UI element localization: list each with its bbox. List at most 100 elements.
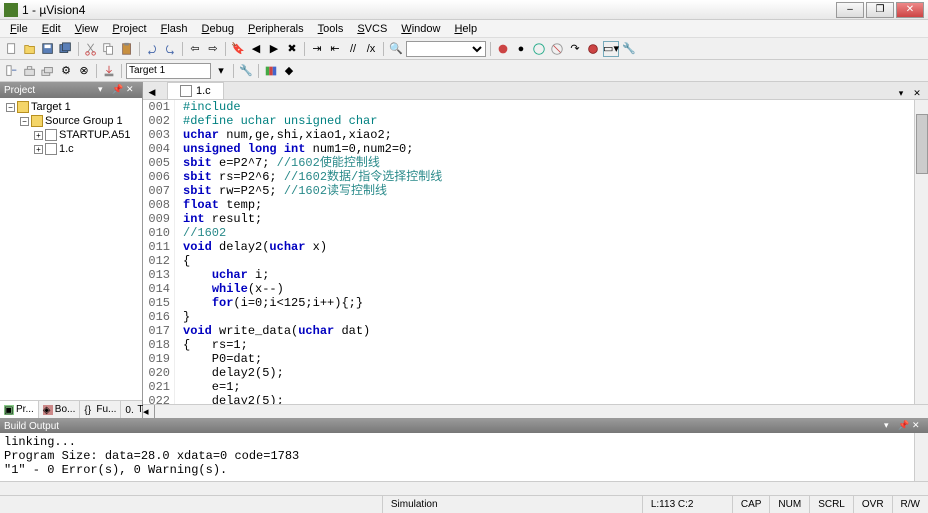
nav-back-icon[interactable]: ⇦ bbox=[187, 41, 203, 57]
tree-collapse-icon[interactable]: − bbox=[6, 103, 15, 112]
menu-file[interactable]: File bbox=[4, 22, 34, 36]
tree-collapse-icon[interactable]: − bbox=[20, 117, 29, 126]
menu-view[interactable]: View bbox=[69, 22, 105, 36]
vertical-scrollbar[interactable] bbox=[914, 100, 928, 404]
find-in-files-icon[interactable]: 🔍 bbox=[388, 41, 404, 57]
target-dropdown-icon[interactable]: ▾ bbox=[213, 63, 229, 79]
build-output-body[interactable]: linking...Program Size: data=28.0 xdata=… bbox=[0, 433, 928, 481]
tree-expand-icon[interactable]: + bbox=[34, 145, 43, 154]
toolbar-main: ⇦ ⇨ 🔖 ◀ ▶ ✖ ⇥ ⇤ // /x 🔍 ● ↷ ▭▾ 🔧 bbox=[0, 38, 928, 60]
build-output-header: Build Output ▾ 📌 ✕ bbox=[0, 419, 928, 433]
target-combo[interactable] bbox=[126, 63, 211, 79]
copy-icon[interactable] bbox=[101, 41, 117, 57]
nav-fwd-icon[interactable]: ⇨ bbox=[205, 41, 221, 57]
undo-icon[interactable] bbox=[144, 41, 160, 57]
titlebar: 1 - µVision4 – ❐ ✕ bbox=[0, 0, 928, 20]
editor-tab-label: 1.c bbox=[196, 85, 211, 97]
status-cursor-pos: L:113 C:2 bbox=[642, 496, 732, 513]
download-icon[interactable] bbox=[101, 63, 117, 79]
panel-menu-icon[interactable]: ▾ bbox=[884, 420, 896, 432]
manage-components-icon[interactable]: ◆ bbox=[281, 63, 297, 79]
step-icon[interactable]: ↷ bbox=[567, 41, 583, 57]
breakpoint-icon[interactable]: ● bbox=[513, 41, 529, 57]
bookmark-prev-icon[interactable]: ◀ bbox=[248, 41, 264, 57]
save-all-icon[interactable] bbox=[58, 41, 74, 57]
minimize-button[interactable]: – bbox=[836, 2, 864, 18]
status-scrl: SCRL bbox=[809, 496, 853, 513]
menu-edit[interactable]: Edit bbox=[36, 22, 67, 36]
panel-pin-icon[interactable]: 📌 bbox=[898, 420, 910, 432]
config-icon[interactable]: ▭▾ bbox=[603, 41, 619, 57]
batch-build-icon[interactable]: ⚙ bbox=[58, 63, 74, 79]
maximize-button[interactable]: ❐ bbox=[866, 2, 894, 18]
build-output-panel: Build Output ▾ 📌 ✕ linking...Program Siz… bbox=[0, 418, 928, 495]
app-icon bbox=[4, 3, 18, 17]
tab-project[interactable]: ▣Pr... bbox=[0, 401, 39, 418]
editor-body[interactable]: 001 002 003 004 005 006 007 008 009 010 … bbox=[143, 100, 928, 404]
code-content[interactable]: #include #define uchar unsigned char uch… bbox=[175, 100, 914, 404]
file-node-main[interactable]: + 1.c bbox=[30, 142, 140, 156]
comment-icon[interactable]: // bbox=[345, 41, 361, 57]
file-node-startup[interactable]: + STARTUP.A51 bbox=[30, 128, 140, 142]
tree-expand-icon[interactable]: + bbox=[34, 131, 43, 140]
uncomment-icon[interactable]: /x bbox=[363, 41, 379, 57]
stop-icon[interactable] bbox=[549, 41, 565, 57]
source-group-node[interactable]: − Source Group 1 bbox=[16, 114, 140, 128]
project-root-label: Target 1 bbox=[31, 101, 71, 113]
status-ovr: OVR bbox=[853, 496, 892, 513]
split-handle[interactable]: ◂ bbox=[143, 405, 155, 418]
run-icon[interactable] bbox=[531, 41, 547, 57]
build-vscroll[interactable] bbox=[914, 433, 928, 481]
menu-debug[interactable]: Debug bbox=[196, 22, 240, 36]
menu-project[interactable]: Project bbox=[106, 22, 152, 36]
menu-peripherals[interactable]: Peripherals bbox=[242, 22, 310, 36]
menu-svcs[interactable]: SVCS bbox=[351, 22, 393, 36]
window-title: 1 - µVision4 bbox=[22, 3, 836, 17]
translate-icon[interactable] bbox=[4, 63, 20, 79]
build-icon[interactable] bbox=[22, 63, 38, 79]
panel-close-icon[interactable]: ✕ bbox=[126, 84, 138, 96]
new-file-icon[interactable] bbox=[4, 41, 20, 57]
menu-help[interactable]: Help bbox=[448, 22, 483, 36]
bookmark-icon[interactable]: 🔖 bbox=[230, 41, 246, 57]
menu-tools[interactable]: Tools bbox=[312, 22, 350, 36]
analyzer-icon[interactable] bbox=[585, 41, 601, 57]
tab-books[interactable]: ◈Bo... bbox=[39, 401, 81, 418]
stop-build-icon[interactable]: ⊗ bbox=[76, 63, 92, 79]
outdent-icon[interactable]: ⇤ bbox=[327, 41, 343, 57]
bookmark-clear-icon[interactable]: ✖ bbox=[284, 41, 300, 57]
horizontal-scrollbar[interactable]: ◂ bbox=[143, 404, 928, 418]
panel-close-icon[interactable]: ✕ bbox=[912, 420, 924, 432]
editor-close-icon[interactable]: ✕ bbox=[910, 87, 924, 99]
options-icon[interactable]: 🔧 bbox=[238, 63, 254, 79]
file-label: STARTUP.A51 bbox=[59, 129, 131, 141]
panel-pin-icon[interactable]: 📌 bbox=[112, 84, 124, 96]
tools-icon[interactable]: 🔧 bbox=[621, 41, 637, 57]
status-num: NUM bbox=[769, 496, 809, 513]
menu-window[interactable]: Window bbox=[395, 22, 446, 36]
paste-icon[interactable] bbox=[119, 41, 135, 57]
indent-icon[interactable]: ⇥ bbox=[309, 41, 325, 57]
debug-icon[interactable] bbox=[495, 41, 511, 57]
tab-scroll-left-icon[interactable]: ◀ bbox=[145, 85, 159, 99]
line-gutter: 001 002 003 004 005 006 007 008 009 010 … bbox=[143, 100, 175, 404]
editor-menu-icon[interactable]: ▾ bbox=[894, 87, 908, 99]
menu-flash[interactable]: Flash bbox=[155, 22, 194, 36]
cut-icon[interactable] bbox=[83, 41, 99, 57]
close-button[interactable]: ✕ bbox=[896, 2, 924, 18]
manage-books-icon[interactable] bbox=[263, 63, 279, 79]
project-root-node[interactable]: − Target 1 bbox=[2, 100, 140, 114]
panel-menu-icon[interactable]: ▾ bbox=[98, 84, 110, 96]
project-tabs: ▣Pr... ◈Bo... {}Fu... 0.Te... bbox=[0, 400, 142, 418]
find-combo[interactable] bbox=[406, 41, 486, 57]
statusbar: Simulation L:113 C:2 CAP NUM SCRL OVR R/… bbox=[0, 495, 928, 513]
rebuild-icon[interactable] bbox=[40, 63, 56, 79]
redo-icon[interactable] bbox=[162, 41, 178, 57]
editor-tab-active[interactable]: 1.c bbox=[167, 82, 224, 99]
build-hscroll[interactable] bbox=[0, 481, 928, 495]
bookmark-next-icon[interactable]: ▶ bbox=[266, 41, 282, 57]
tab-functions[interactable]: {}Fu... bbox=[80, 401, 121, 418]
save-icon[interactable] bbox=[40, 41, 56, 57]
scrollbar-thumb[interactable] bbox=[916, 114, 928, 174]
open-file-icon[interactable] bbox=[22, 41, 38, 57]
